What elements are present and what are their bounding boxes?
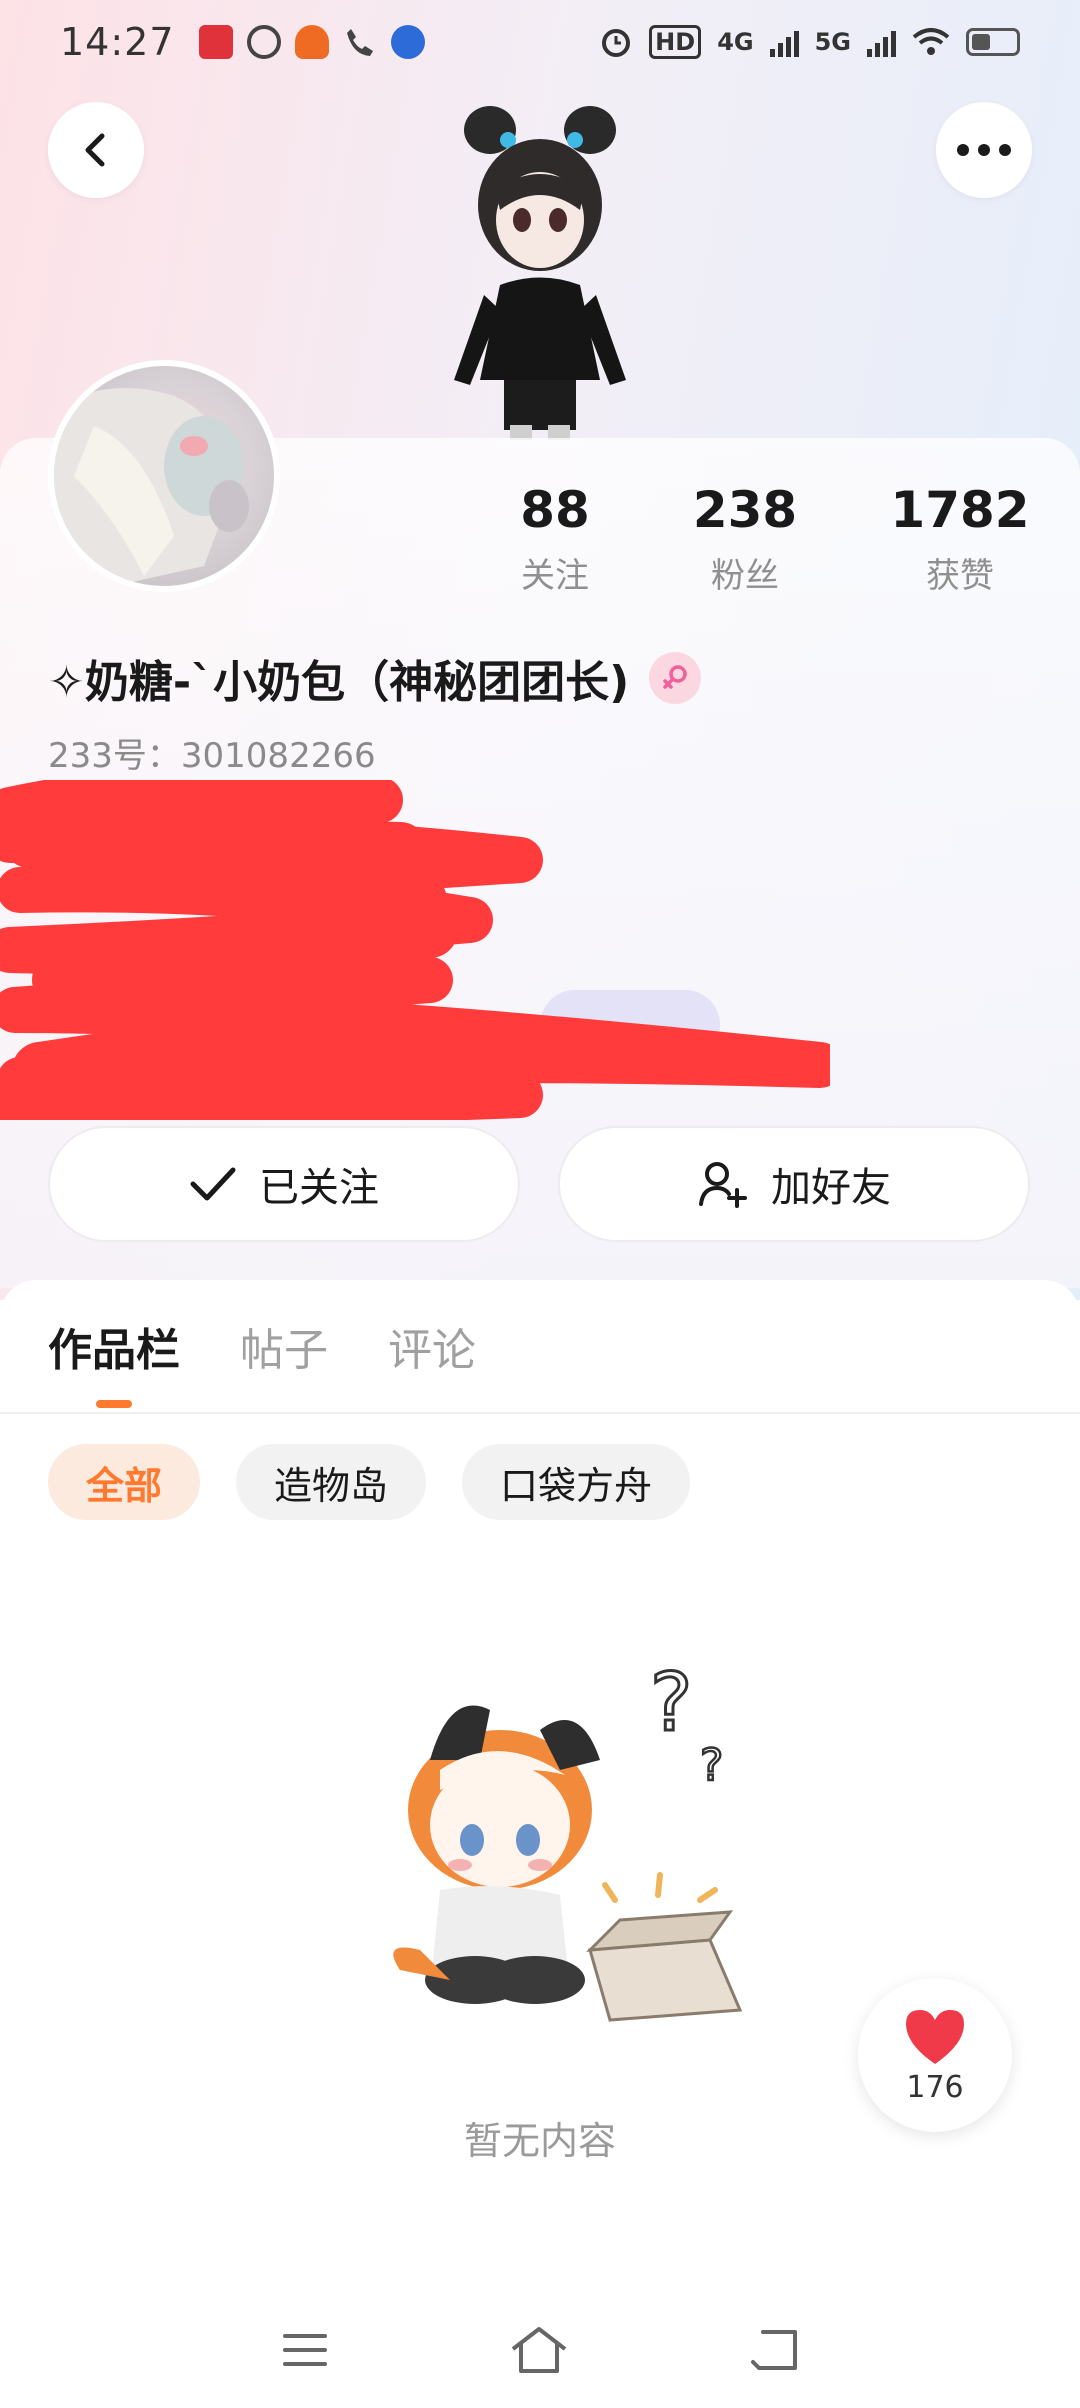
missed-call-icon (343, 25, 377, 59)
empty-state-illustration: ? ? (393, 1655, 743, 2022)
network-5g-label: 5G (814, 28, 851, 56)
more-button[interactable] (936, 102, 1032, 198)
following-button[interactable]: 已关注 (48, 1126, 520, 1242)
link-icon (246, 25, 281, 59)
back-nav-icon[interactable] (749, 2328, 799, 2372)
tab-works[interactable]: 作品栏 (48, 1314, 180, 1378)
nickname: ✧奶糖-`小奶包（神秘团团长) (48, 657, 630, 708)
chevron-left-icon (85, 133, 105, 167)
stat-followers[interactable]: 238 粉丝 (630, 480, 860, 597)
system-nav-bar (0, 2300, 1080, 2400)
add-friend-label: 加好友 (771, 1165, 891, 1211)
filter-creation-island[interactable]: 造物岛 (236, 1444, 427, 1520)
stat-label: 获赞 (926, 556, 994, 596)
tab-divider (0, 1412, 1080, 1414)
stat-value: 88 (520, 481, 590, 539)
app-icon (390, 25, 425, 59)
like-button[interactable]: 176 (858, 1978, 1012, 2132)
filter-pocket-ark[interactable]: 口袋方舟 (462, 1444, 691, 1520)
user-id-value: 301082266 (180, 736, 376, 776)
hd-indicator: HD (649, 25, 702, 59)
user-id: 233号：301082266 (48, 728, 376, 777)
nickname-row: ✧奶糖-`小奶包（神秘团团长) (48, 646, 702, 710)
like-count: 176 (906, 2069, 964, 2105)
stat-value: 238 (692, 481, 798, 539)
add-friend-icon (699, 1162, 747, 1208)
more-horizontal-icon (957, 144, 1011, 156)
back-button[interactable] (48, 102, 144, 198)
avatar-3d-character[interactable] (430, 80, 650, 440)
tab-posts[interactable]: 帖子 (240, 1314, 328, 1378)
signal-icon (769, 27, 799, 57)
following-label: 已关注 (259, 1165, 379, 1211)
filter-chips: 全部 造物岛 口袋方舟 (48, 1444, 691, 1520)
avatar-image (54, 388, 249, 586)
user-id-label: 233号： (48, 736, 181, 776)
stat-likes[interactable]: 1782 获赞 (860, 480, 1060, 597)
stat-value: 1782 (890, 481, 1030, 539)
status-time: 14:27 (60, 20, 175, 64)
status-bar: 14:27 HD 4G 5G (0, 0, 1080, 84)
filter-all[interactable]: 全部 (48, 1444, 201, 1520)
news-icon (198, 25, 233, 59)
wifi-icon (912, 28, 950, 55)
profile-stats: 88 关注 238 粉丝 1782 获赞 (480, 480, 1070, 597)
svg-text:?: ? (650, 1656, 692, 1749)
network-4g-label: 4G (717, 28, 754, 56)
tab-comments[interactable]: 评论 (388, 1314, 476, 1378)
game-icon (294, 25, 329, 59)
content-tabs: 作品栏 帖子 评论 (48, 1314, 476, 1378)
female-gender-icon (649, 652, 702, 704)
stat-label: 粉丝 (711, 556, 779, 596)
signal-icon (867, 27, 896, 57)
redaction-scribble (0, 780, 830, 1120)
check-icon (190, 1167, 236, 1201)
stat-following[interactable]: 88 关注 (480, 480, 630, 597)
home-icon[interactable] (509, 2325, 569, 2375)
notification-icons (198, 25, 425, 59)
alarm-icon (602, 29, 631, 57)
stat-label: 关注 (521, 556, 589, 596)
heart-icon (906, 2009, 964, 2064)
menu-icon[interactable] (281, 2330, 329, 2370)
active-tab-indicator (96, 1400, 132, 1408)
add-friend-button[interactable]: 加好友 (558, 1126, 1030, 1242)
svg-text:?: ? (700, 1740, 723, 1791)
status-indicators: HD 4G 5G (599, 25, 1020, 59)
battery-icon (966, 28, 1020, 56)
avatar[interactable] (48, 360, 280, 592)
